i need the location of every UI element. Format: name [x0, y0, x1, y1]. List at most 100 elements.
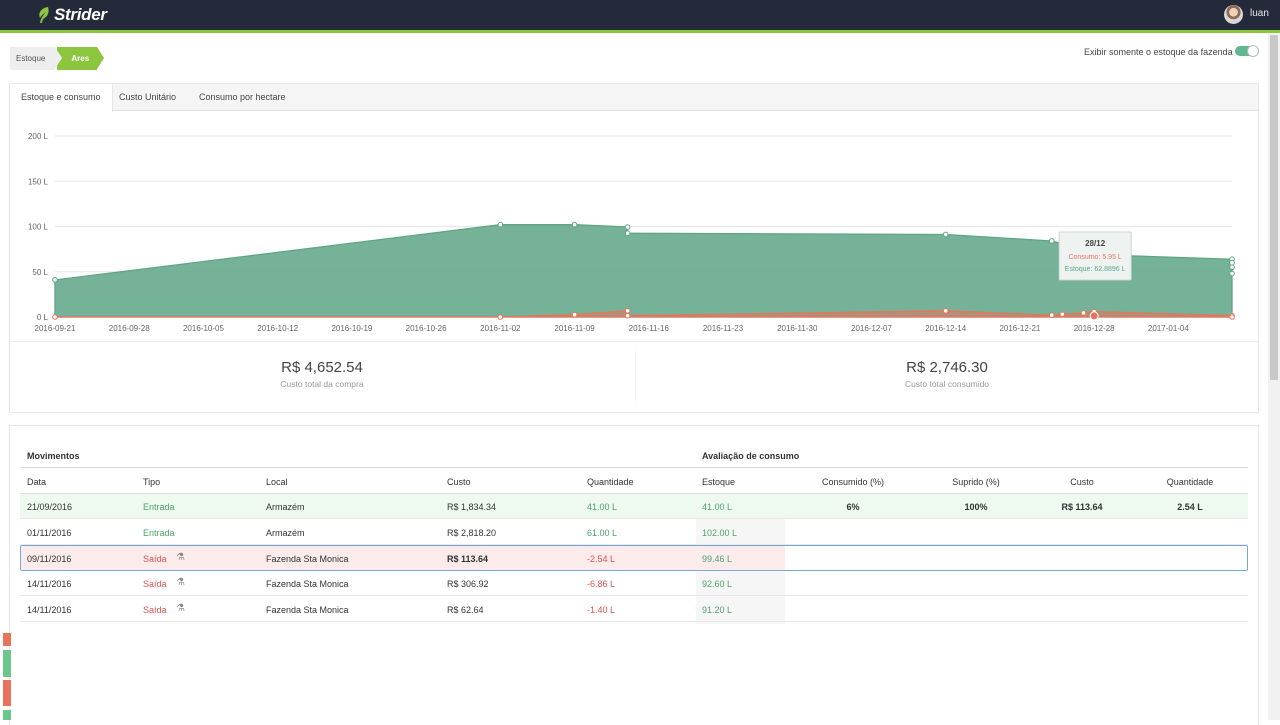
stock-point [571, 221, 578, 228]
y-tick-label: 0 L [37, 313, 49, 322]
row-quantity: -6.86 L [587, 579, 616, 589]
row-stock: 91.20 L [702, 605, 733, 615]
username[interactable]: luan [1250, 8, 1269, 19]
evaluation-cost: R$ 113.64 [1061, 502, 1103, 512]
tab-custo-unitario[interactable]: Custo Unitário [108, 84, 187, 111]
consumption-point [1059, 311, 1066, 318]
row-local: Fazenda Sta Monica [266, 605, 349, 615]
flask-icon: ⚗ [176, 552, 185, 563]
table-row[interactable]: 01/11/2016 Entrada Armazém R$ 2,818.20 6… [20, 520, 1248, 545]
col-header-local[interactable]: Local [266, 477, 288, 487]
stock-point [1229, 259, 1235, 266]
row-type: Saída [143, 605, 167, 615]
row-stock: 99.46 L [702, 554, 733, 564]
x-tick-label: 2016-12-14 [925, 324, 966, 333]
topbar-accent-line [0, 30, 1280, 33]
x-tick-label: 2016-10-12 [257, 324, 298, 333]
stock-point [1048, 238, 1055, 244]
total-purchase-value: R$ 4,652.54 [281, 359, 363, 376]
movements-panel: Movimentos Avaliação de consumo Data Tip… [9, 425, 1259, 725]
row-date: 21/09/2016 [27, 502, 73, 512]
edge-marker-red[interactable] [3, 680, 11, 706]
y-tick-label: 150 L [28, 177, 49, 186]
row-local: Armazém [266, 502, 305, 512]
avaliacao-title: Avaliação de consumo [702, 451, 800, 461]
x-tick-label: 2016-11-30 [777, 324, 818, 333]
stock-area [54, 224, 1233, 318]
chart-panel: Estoque e consumo Custo Unitário Consumo… [9, 83, 1259, 413]
row-date: 14/11/2016 [27, 579, 72, 589]
col-header-tipo[interactable]: Tipo [143, 477, 160, 487]
app-name: Strider [54, 5, 107, 24]
tooltip-title: 28/12 [1085, 239, 1106, 248]
total-purchase-stat: R$ 4,652.54 Custo total da compra [172, 359, 472, 389]
breadcrumb-ares[interactable]: Ares [57, 47, 104, 70]
row-local: Armazém [266, 528, 305, 538]
y-tick-label: 200 L [28, 132, 49, 141]
chart-divider [10, 341, 1258, 342]
row-type: Saída [143, 579, 167, 589]
row-date: 14/11/2016 [27, 605, 72, 615]
stock-point [624, 224, 631, 230]
x-tick-label: 2016-12-28 [1074, 324, 1115, 333]
col-header-suprido[interactable]: Suprido (%) [936, 477, 1016, 487]
edge-marker-red[interactable] [3, 633, 11, 646]
col-header-consumido[interactable]: Consumido (%) [803, 477, 903, 487]
tab-estoque-e-consumo[interactable]: Estoque e consumo [10, 84, 113, 112]
breadcrumb: Estoque Ares [10, 47, 104, 70]
stock-point [942, 231, 949, 238]
row-local: Fazenda Sta Monica [266, 579, 349, 589]
table-header-top-border [20, 467, 1248, 468]
consumption-point [571, 311, 578, 318]
table-row[interactable]: 21/09/2016 Entrada Armazém R$ 1,834.34 4… [20, 494, 1248, 519]
col-header-quantidade[interactable]: Quantidade [587, 477, 634, 487]
edge-marker-green[interactable] [3, 650, 11, 677]
y-tick-label: 50 L [32, 268, 48, 277]
x-tick-label: 2016-09-21 [35, 324, 76, 333]
y-tick-label: 100 L [28, 223, 49, 232]
row-cost: R$ 62.64 [447, 605, 484, 615]
stock-point [624, 230, 631, 236]
col-header-custo[interactable]: Custo [447, 477, 471, 487]
breadcrumb-estoque[interactable]: Estoque [10, 47, 63, 70]
tab-consumo-por-hectare[interactable]: Consumo por hectare [188, 84, 297, 111]
consumption-point [1229, 314, 1235, 320]
x-tick-label: 2016-10-05 [183, 324, 224, 333]
col-header-quantidade-avaliacao[interactable]: Quantidade [1150, 477, 1230, 487]
table-row[interactable]: 14/11/2016 Saída ⚗ Fazenda Sta Monica R$… [20, 571, 1248, 596]
stock-point [497, 221, 504, 228]
row-local: Fazenda Sta Monica [266, 554, 349, 564]
col-header-estoque[interactable]: Estoque [702, 477, 735, 487]
row-stock: 41.00 L [702, 502, 733, 512]
app-logo[interactable]: Strider [37, 5, 107, 25]
col-header-custo-avaliacao[interactable]: Custo [1042, 477, 1122, 487]
tooltip-consumo: Consumo: 5.95 L [1068, 254, 1121, 261]
x-tick-label: 2017-01-04 [1148, 324, 1189, 333]
row-date: 09/11/2016 [27, 554, 72, 564]
row-quantity: 61.00 L [587, 528, 618, 538]
row-date: 01/11/2016 [27, 528, 72, 538]
supplied-percent: 100% [964, 502, 988, 512]
toggle-knob[interactable] [1247, 45, 1259, 57]
farm-stock-toggle[interactable] [1235, 45, 1259, 57]
row-quantity: -2.54 L [587, 554, 616, 564]
consumption-point [624, 307, 631, 314]
flask-icon: ⚗ [176, 603, 185, 614]
consumption-point [1048, 312, 1055, 318]
table-row[interactable]: 14/11/2016 Saída ⚗ Fazenda Sta Monica R$… [20, 597, 1248, 622]
x-tick-label: 2016-11-23 [703, 324, 744, 333]
x-tick-label: 2016-09-28 [109, 324, 150, 333]
table-row-selected[interactable]: 09/11/2016 Saída ⚗ Fazenda Sta Monica R$… [20, 545, 1248, 571]
leaf-logo-icon [39, 7, 49, 23]
selected-row-highlight [21, 546, 785, 570]
page-scrollbar[interactable] [1268, 33, 1280, 720]
x-tick-label: 2016-11-16 [629, 324, 670, 333]
col-header-data[interactable]: Data [27, 477, 46, 487]
avatar[interactable] [1224, 5, 1243, 24]
row-cost: R$ 1,834.34 [447, 502, 497, 512]
edge-marker-green[interactable] [3, 710, 11, 720]
x-tick-label: 2016-10-26 [406, 324, 447, 333]
total-consumed-stat: R$ 2,746.30 Custo total consumido [797, 359, 1097, 389]
scrollbar-thumb[interactable] [1270, 35, 1278, 380]
total-consumed-value: R$ 2,746.30 [906, 359, 988, 376]
